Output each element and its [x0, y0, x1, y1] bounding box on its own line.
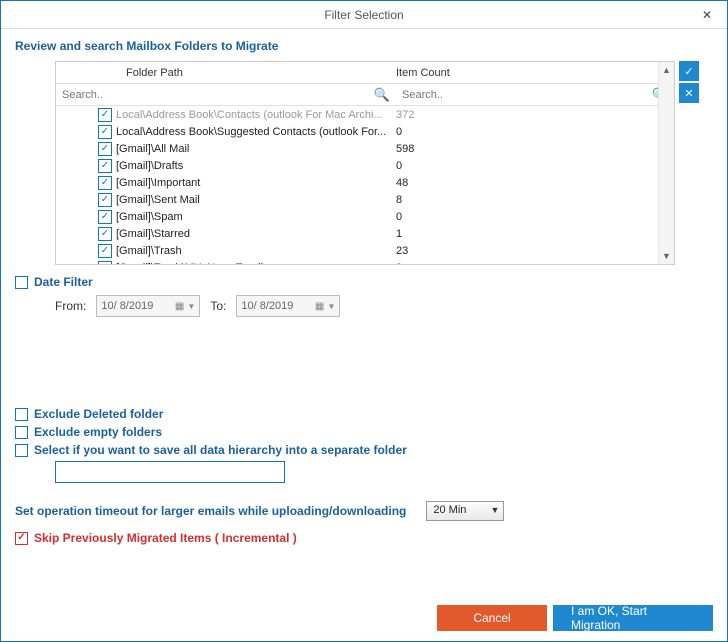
exclude-empty-label: Exclude empty folders [34, 425, 162, 439]
exclude-deleted-checkbox[interactable]: Exclude Deleted folder [15, 407, 713, 421]
item-count-cell: 598 [396, 143, 414, 155]
item-count-cell: 1 [396, 228, 402, 240]
section-title: Review and search Mailbox Folders to Mig… [15, 39, 713, 53]
item-count-cell: 0 [396, 160, 402, 172]
to-date-value: 10/ 8/2019 [241, 300, 293, 312]
folder-path-cell: Local\Address Book\Suggested Contacts (o… [116, 126, 396, 138]
item-count-cell: 48 [396, 177, 408, 189]
separate-folder-input[interactable] [55, 461, 285, 483]
table-row[interactable]: ✓ [Gmail]\Drafts0 [56, 157, 674, 174]
checkbox-icon [15, 426, 28, 439]
table-row[interactable]: ✓ [Gmail]\Sent Mail8 [56, 191, 674, 208]
search-icon[interactable]: 🔍 [374, 87, 390, 103]
row-checkbox[interactable]: ✓ [98, 193, 112, 207]
calendar-icon: ▦ [315, 301, 324, 312]
row-checkbox[interactable]: ✓ [98, 142, 112, 156]
x-icon: ✕ [684, 87, 693, 100]
folder-path-cell: [Gmail]\Spam [116, 211, 396, 223]
row-checkbox[interactable]: ✓ [98, 227, 112, 241]
col-item-count[interactable]: Item Count [396, 62, 674, 83]
folder-path-cell: [Gmail]\All Mail [116, 143, 396, 155]
row-checkbox[interactable]: ✓ [98, 244, 112, 258]
checkbox-icon [15, 276, 28, 289]
table-row[interactable]: ✓ Local\Address Book\Suggested Contacts (… [56, 123, 674, 140]
separate-folder-label: Select if you want to save all data hier… [34, 443, 407, 457]
deselect-all-button[interactable]: ✕ [679, 83, 699, 103]
row-checkbox[interactable]: ✓ [98, 261, 112, 265]
from-label: From: [55, 299, 86, 313]
chevron-down-icon: ▼ [327, 302, 335, 311]
timeout-value: 20 Min [433, 504, 466, 516]
cancel-button[interactable]: Cancel [437, 605, 547, 631]
to-date-input[interactable]: 10/ 8/2019 ▦ ▼ [236, 295, 340, 317]
row-checkbox[interactable]: ✓ [98, 159, 112, 173]
table-row[interactable]: ✓ [Gmail]\Spam0 [56, 208, 674, 225]
chevron-down-icon: ▼ [187, 302, 195, 311]
table-header: Folder Path Item Count [56, 62, 674, 84]
scroll-up-button[interactable]: ▲ [659, 62, 674, 78]
search-item-count-input[interactable] [400, 89, 670, 101]
row-checkbox[interactable]: ✓ [98, 125, 112, 139]
calendar-icon: ▦ [175, 301, 184, 312]
exclude-empty-checkbox[interactable]: Exclude empty folders [15, 425, 713, 439]
item-count-cell: 8 [396, 194, 402, 206]
table-row[interactable]: ✓ [Gmail]\Trash\MY_New_Emails0 [56, 259, 674, 264]
close-icon: ✕ [702, 8, 712, 22]
folder-path-cell: [Gmail]\Starred [116, 228, 396, 240]
table-row[interactable]: ✓ [Gmail]\All Mail598 [56, 140, 674, 157]
timeout-label: Set operation timeout for larger emails … [15, 504, 406, 518]
checkbox-icon [15, 444, 28, 457]
from-date-value: 10/ 8/2019 [101, 300, 153, 312]
col-folder-path[interactable]: Folder Path [56, 62, 396, 83]
folder-path-cell: [Gmail]\Sent Mail [116, 194, 396, 206]
folder-path-cell: [Gmail]\Important [116, 177, 396, 189]
folder-table: Folder Path Item Count 🔍 🔍 ✓Local\Addres… [55, 61, 675, 265]
item-count-cell: 372 [396, 109, 414, 121]
from-date-input[interactable]: 10/ 8/2019 ▦ ▼ [96, 295, 200, 317]
row-checkbox[interactable]: ✓ [98, 108, 112, 122]
folder-path-cell: [Gmail]\Trash [116, 245, 396, 257]
chevron-down-icon: ▼ [490, 505, 499, 515]
check-icon: ✓ [684, 65, 693, 78]
table-body: ✓ Local\Address Book\Contacts (outlook Fo… [56, 106, 674, 264]
table-row[interactable]: ✓ [Gmail]\Important48 [56, 174, 674, 191]
skip-migrated-label: Skip Previously Migrated Items ( Increme… [34, 531, 297, 545]
row-checkbox[interactable]: ✓ [98, 210, 112, 224]
table-row[interactable]: ✓ [Gmail]\Starred1 [56, 225, 674, 242]
checkbox-icon [15, 408, 28, 421]
date-filter-label: Date Filter [34, 275, 93, 289]
to-label: To: [210, 299, 226, 313]
item-count-cell: 0 [396, 211, 402, 223]
row-checkbox[interactable]: ✓ [98, 176, 112, 190]
folder-path-cell: [Gmail]\Drafts [116, 160, 396, 172]
start-migration-button[interactable]: I am OK, Start Migration [553, 605, 713, 631]
folder-path-cell: [Gmail]\Trash\MY_New_Emails [116, 262, 396, 265]
table-row[interactable]: ✓ [Gmail]\Trash23 [56, 242, 674, 259]
title-bar: Filter Selection ✕ [1, 1, 727, 29]
select-all-button[interactable]: ✓ [679, 61, 699, 81]
checkbox-icon: ✓ [15, 532, 28, 545]
date-filter-checkbox[interactable]: Date Filter [15, 275, 713, 289]
skip-migrated-checkbox[interactable]: ✓ Skip Previously Migrated Items ( Incre… [15, 531, 713, 545]
folder-path-cell: Local\Address Book\Contacts (outlook For… [116, 109, 396, 121]
window-title: Filter Selection [324, 8, 403, 22]
scroll-down-button[interactable]: ▼ [659, 248, 674, 264]
separate-folder-checkbox[interactable]: Select if you want to save all data hier… [15, 443, 713, 457]
item-count-cell: 0 [396, 126, 402, 138]
exclude-deleted-label: Exclude Deleted folder [34, 407, 163, 421]
search-folder-path-input[interactable] [60, 89, 392, 101]
close-button[interactable]: ✕ [687, 1, 727, 29]
item-count-cell: 23 [396, 245, 408, 257]
timeout-select[interactable]: 20 Min ▼ [426, 501, 504, 521]
item-count-cell: 0 [396, 262, 402, 265]
table-row[interactable]: ✓ Local\Address Book\Contacts (outlook Fo… [56, 106, 674, 123]
